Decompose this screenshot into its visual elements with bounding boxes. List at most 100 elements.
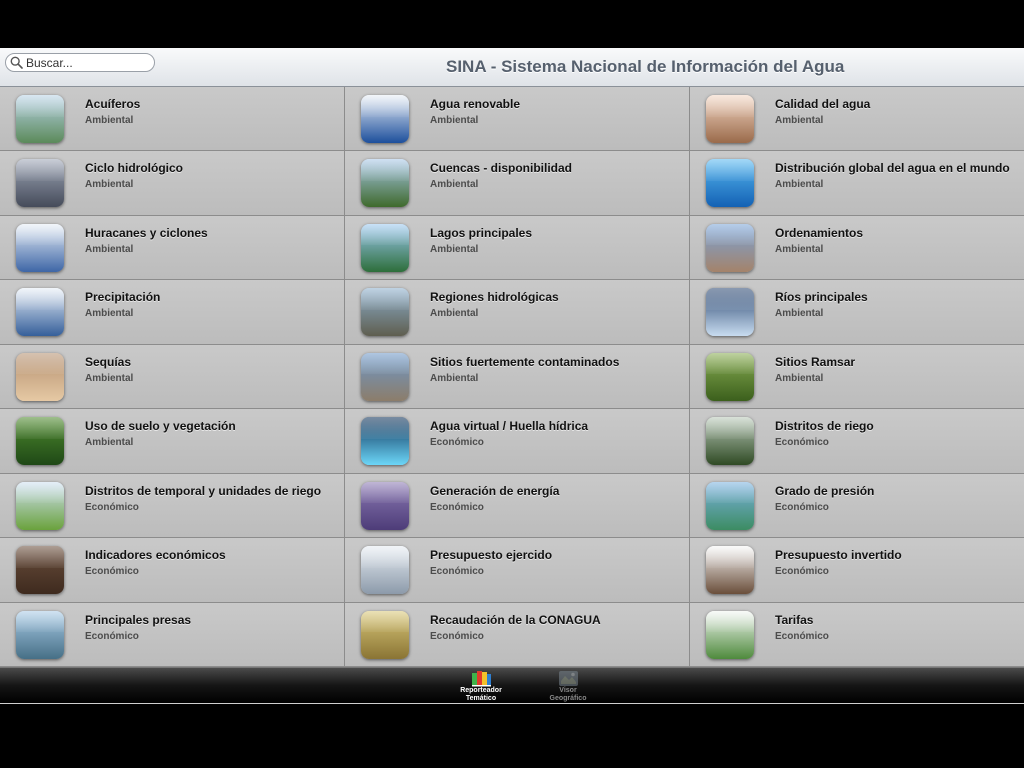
topic-category: Económico xyxy=(775,501,829,513)
topic-title: Tarifas xyxy=(775,612,814,627)
topic-item[interactable]: Cuencas - disponibilidad Ambiental xyxy=(345,151,690,216)
topic-category: Ambiental xyxy=(430,179,479,191)
topic-category: Ambiental xyxy=(775,243,824,255)
search-icon xyxy=(10,56,23,69)
topic-title: Presupuesto invertido xyxy=(775,548,902,563)
topic-item[interactable]: Presupuesto invertido Económico xyxy=(690,538,1024,603)
money-plant-thumbnail xyxy=(706,610,754,659)
topic-category: Ambiental xyxy=(775,115,824,126)
earth-water-thumbnail xyxy=(706,159,754,208)
topic-title: Ordenamientos xyxy=(775,225,864,240)
topic-category: Ambiental xyxy=(430,115,479,126)
topic-category: Económico xyxy=(430,437,484,449)
dam-thumbnail xyxy=(16,610,64,659)
waterfall-thumbnail xyxy=(706,288,754,337)
topic-item[interactable]: Sitios Ramsar Ambiental xyxy=(690,344,1024,410)
topic-item[interactable]: Tarifas Económico xyxy=(690,602,1024,667)
tab-bar: Reporteador Temático Visor Geográfico xyxy=(0,667,1024,704)
tab-visor-geografico[interactable]: Visor Geográfico xyxy=(533,668,603,704)
drought-thumbnail xyxy=(16,352,64,401)
city-canal-thumbnail xyxy=(706,481,754,530)
topic-item[interactable]: Agua virtual / Huella hídrica Económico xyxy=(345,409,690,474)
topic-item[interactable]: Sequías Ambiental xyxy=(0,344,345,410)
topic-title: Sequías xyxy=(85,354,132,369)
market-thumbnail xyxy=(16,546,64,595)
topic-item[interactable]: Distritos de riego Económico xyxy=(690,409,1024,474)
hurricane-thumbnail xyxy=(16,223,64,272)
globe-water-thumbnail xyxy=(361,95,409,143)
topic-title: Recaudación de la CONAGUA xyxy=(430,612,601,627)
topic-item[interactable]: Grado de presión Económico xyxy=(690,473,1024,539)
drinking-water-thumbnail xyxy=(706,95,754,143)
waterfall-plants-thumbnail xyxy=(16,417,64,466)
topic-title: Agua virtual / Huella hídrica xyxy=(430,419,589,434)
topic-item[interactable]: Acuíferos Ambiental xyxy=(0,87,345,152)
topic-title: Calidad del agua xyxy=(775,97,871,111)
topic-title: Lagos principales xyxy=(430,225,533,240)
topic-title: Agua renovable xyxy=(430,97,521,111)
topic-title: Uso de suelo y vegetación xyxy=(85,419,236,434)
office-counter-thumbnail xyxy=(361,610,409,659)
topic-category: Económico xyxy=(85,630,139,642)
topic-item[interactable]: Sitios fuertemente contaminados Ambiental xyxy=(345,344,690,410)
topic-category: Ambiental xyxy=(85,115,134,126)
topic-category: Ambiental xyxy=(430,308,479,320)
map-viewer-icon xyxy=(559,671,578,686)
topic-title: Ciclo hidrológico xyxy=(85,161,183,176)
polluted-river-thumbnail xyxy=(361,352,409,401)
topic-title: Principales presas xyxy=(85,612,192,627)
bamboo-forest-thumbnail xyxy=(706,352,754,401)
topic-item[interactable]: Generación de energía Económico xyxy=(345,473,690,539)
topic-item[interactable]: Uso de suelo y vegetación Ambiental xyxy=(0,409,345,474)
topic-category: Económico xyxy=(430,501,484,513)
topic-item[interactable]: Calidad del agua Ambiental xyxy=(690,87,1024,152)
topic-category: Ambiental xyxy=(430,372,479,384)
dry-land-thumbnail xyxy=(706,223,754,272)
topic-item[interactable]: Distribución global del agua en el mundo… xyxy=(690,151,1024,216)
topic-item[interactable]: Ríos principales Ambiental xyxy=(690,280,1024,345)
topic-category: Ambiental xyxy=(85,243,134,255)
topic-category: Ambiental xyxy=(775,308,824,320)
stream-thumbnail xyxy=(361,288,409,337)
topic-category: Ambiental xyxy=(775,372,824,384)
topic-category: Económico xyxy=(85,501,139,513)
topic-category: Económico xyxy=(430,630,484,642)
river-basin-thumbnail xyxy=(361,159,409,208)
topic-item[interactable]: Ciclo hidrológico Ambiental xyxy=(0,151,345,216)
topic-title: Acuíferos xyxy=(85,97,141,111)
topic-item[interactable]: Indicadores económicos Económico xyxy=(0,538,345,603)
topic-title: Distritos de riego xyxy=(775,419,874,434)
rain-clouds-thumbnail xyxy=(16,288,64,337)
tab-label: Visor Geográfico xyxy=(549,687,587,702)
topic-item[interactable]: Lagos principales Ambiental xyxy=(345,215,690,281)
app-header: Buscar... SINA - Sistema Nacional de Inf… xyxy=(0,48,1024,87)
topic-item[interactable]: Ordenamientos Ambiental xyxy=(690,215,1024,281)
topic-category: Ambiental xyxy=(85,437,134,449)
topic-item[interactable]: Precipitación Ambiental xyxy=(0,280,345,345)
page-title: SINA - Sistema Nacional de Información d… xyxy=(446,57,845,76)
topic-item[interactable]: Distritos de temporal y unidades de rieg… xyxy=(0,473,345,539)
topic-title: Precipitación xyxy=(85,290,161,305)
topic-title: Sitios Ramsar xyxy=(775,354,856,369)
topic-title: Cuencas - disponibilidad xyxy=(430,161,573,176)
topic-item[interactable]: Regiones hidrológicas Ambiental xyxy=(345,280,690,345)
storm-cloud-thumbnail xyxy=(16,159,64,208)
topic-item[interactable]: Huracanes y ciclones Ambiental xyxy=(0,215,345,281)
topic-title: Distritos de temporal y unidades de rieg… xyxy=(85,483,322,498)
topic-title: Presupuesto ejercido xyxy=(430,548,553,563)
topics-grid: Acuíferos Ambiental Agua renovable Ambienta… xyxy=(0,87,1024,667)
search-field[interactable]: Buscar... xyxy=(5,53,155,72)
lake-thumbnail xyxy=(361,223,409,272)
topic-title: Sitios fuertemente contaminados xyxy=(430,354,620,369)
calculator-thumbnail xyxy=(706,546,754,595)
tab-reporteador-tematico[interactable]: Reporteador Temático xyxy=(446,668,516,704)
topic-item[interactable]: Presupuesto ejercido Económico xyxy=(345,538,690,603)
topic-item[interactable]: Principales presas Económico xyxy=(0,602,345,667)
topic-category: Ambiental xyxy=(85,179,134,191)
topic-item[interactable]: Agua renovable Ambiental xyxy=(345,87,690,152)
topic-category: Económico xyxy=(430,566,484,578)
topic-item[interactable]: Recaudación de la CONAGUA Económico xyxy=(345,602,690,667)
topic-category: Ambiental xyxy=(85,308,134,320)
search-input[interactable]: Buscar... xyxy=(26,56,73,70)
topic-title: Generación de energía xyxy=(430,483,560,498)
